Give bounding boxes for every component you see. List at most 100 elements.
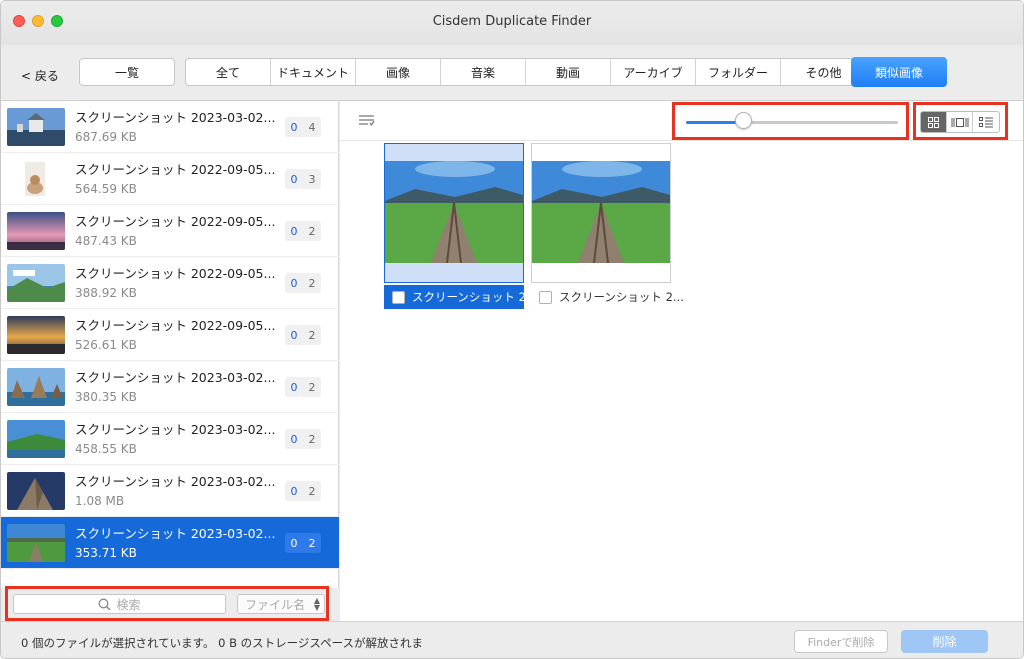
status-text: 0 個のファイルが選択されています。 0 B のストレージスペースが解放されま	[21, 636, 424, 650]
total-count: 2	[308, 380, 316, 394]
list-item[interactable]: スクリーンショット 2022-09-05... 564.59 KB 03	[1, 153, 339, 205]
total-count: 2	[308, 536, 316, 550]
thumbnail-size-slider[interactable]	[686, 121, 898, 124]
duplicate-count: 02	[285, 221, 321, 241]
duplicate-count: 02	[285, 533, 321, 553]
file-size: 458.55 KB	[75, 442, 137, 456]
list-item[interactable]: スクリーンショット 2023-03-02... 380.35 KB 02	[1, 361, 339, 413]
selected-count: 0	[290, 276, 298, 290]
thumbnail-railway	[7, 524, 65, 562]
similar-images-button[interactable]: 類似画像	[851, 57, 947, 87]
file-size: 388.92 KB	[75, 286, 137, 300]
file-name: スクリーンショット 2022-09-05...	[75, 214, 276, 229]
file-name: スクリーンショット 2023-03-02...	[75, 110, 276, 125]
category-tab-music[interactable]: 音楽	[441, 59, 526, 85]
grid-view-icon[interactable]	[921, 112, 947, 132]
duplicate-group-list: スクリーンショット 2023-03-02... 687.69 KB 04 スクリ…	[1, 101, 339, 588]
list-item[interactable]: スクリーンショット 2023-03-02... 1.08 MB 02	[1, 465, 339, 517]
list-item[interactable]: スクリーンショット 2022-09-05... 526.61 KB 02	[1, 309, 339, 361]
selected-count: 0	[290, 120, 298, 134]
list-view-icon[interactable]	[973, 112, 999, 132]
file-name: スクリーンショット 2022-09-05...	[75, 162, 276, 177]
file-name: スクリーンショット 2022-09-05...	[75, 318, 276, 333]
back-button[interactable]: < 戻る	[21, 67, 59, 84]
category-tab-archives[interactable]: アーカイブ	[611, 59, 696, 85]
app-window: Cisdem Duplicate Finder < 戻る 一覧 全て ドキュメン…	[0, 0, 1024, 659]
category-tab-folders[interactable]: フォルダー	[696, 59, 781, 85]
search-icon	[99, 598, 111, 610]
finder-delete-button[interactable]: Finderで削除	[794, 630, 888, 653]
sort-icon[interactable]	[359, 115, 375, 127]
selected-count: 0	[290, 380, 298, 394]
category-tab-images[interactable]: 画像	[356, 59, 441, 85]
slider-knob[interactable]	[735, 112, 753, 129]
preview-pane: スクリーンショット 2... スクリーンショット 2...	[340, 101, 1023, 621]
search-filter-select[interactable]: ファイル名 ▲ ▼	[237, 594, 325, 614]
duplicate-count: 04	[285, 117, 321, 137]
file-size: 487.43 KB	[75, 234, 137, 248]
file-name: スクリーンショット 2022-09-05...	[75, 266, 276, 281]
category-tab-documents[interactable]: ドキュメント	[271, 59, 356, 85]
total-count: 2	[308, 328, 316, 342]
file-size: 353.71 KB	[75, 546, 137, 560]
thumbnail-green-cliff	[7, 420, 65, 458]
total-count: 3	[308, 172, 316, 186]
list-item-selected[interactable]: スクリーンショット 2023-03-02... 353.71 KB 02	[1, 517, 339, 569]
file-size: 687.69 KB	[75, 130, 137, 144]
thumbnail-cat	[7, 160, 65, 198]
category-tab-all[interactable]: 全て	[186, 59, 271, 85]
select-checkbox[interactable]	[392, 290, 405, 304]
selected-count: 0	[290, 484, 298, 498]
file-name: スクリーンショット 2023-03-02...	[75, 474, 276, 489]
title-bar: Cisdem Duplicate Finder	[1, 1, 1023, 45]
filmstrip-view-icon[interactable]	[947, 112, 973, 132]
category-tab-video[interactable]: 動画	[526, 59, 611, 85]
image-caption: スクリーンショット 2...	[384, 285, 537, 309]
search-filter-value: ファイル名	[245, 597, 306, 612]
file-size: 564.59 KB	[75, 182, 137, 196]
list-button[interactable]: 一覧	[79, 58, 175, 86]
total-count: 2	[308, 224, 316, 238]
file-size: 380.35 KB	[75, 390, 137, 404]
file-name: スクリーンショット 2023-03-02...	[75, 526, 276, 541]
status-bar: 0 個のファイルが選択されています。 0 B のストレージスペースが解放されま …	[1, 621, 1023, 658]
caption-text: スクリーンショット 2...	[412, 290, 537, 304]
duplicate-count: 03	[285, 169, 321, 189]
list-item[interactable]: スクリーンショット 2023-03-02... 458.55 KB 02	[1, 413, 339, 465]
selected-count: 0	[290, 328, 298, 342]
thumbnail-mountain-rock	[7, 472, 65, 510]
window-title: Cisdem Duplicate Finder	[432, 14, 592, 29]
file-size: 1.08 MB	[75, 494, 125, 508]
total-count: 2	[308, 276, 316, 290]
thumbnail-gold-sunset	[7, 316, 65, 354]
delete-button[interactable]: 削除	[901, 630, 988, 653]
image-preview	[531, 143, 671, 283]
file-name: スクリーンショット 2023-03-02...	[75, 370, 276, 385]
thumbnail-rocks	[7, 368, 65, 406]
selected-count: 0	[290, 224, 298, 238]
total-count: 4	[308, 120, 316, 134]
selected-count: 0	[290, 536, 298, 550]
search-bar: 検索 ファイル名 ▲ ▼	[1, 588, 339, 621]
list-item[interactable]: スクリーンショット 2022-09-05... 487.43 KB 02	[1, 205, 339, 257]
image-card-selected[interactable]: スクリーンショット 2...	[384, 143, 537, 309]
category-segmented-control: 全て ドキュメント 画像 音楽 動画 アーカイブ フォルダー その他	[185, 58, 867, 86]
duplicate-count: 02	[285, 377, 321, 397]
total-count: 2	[308, 484, 316, 498]
list-item[interactable]: スクリーンショット 2022-09-05... 388.92 KB 02	[1, 257, 339, 309]
image-card[interactable]: スクリーンショット 2...	[531, 143, 684, 309]
list-item[interactable]: スクリーンショット 2023-03-02... 687.69 KB 04	[1, 101, 339, 153]
thumbnail-coast	[7, 264, 65, 302]
search-placeholder: 検索	[116, 597, 141, 612]
file-name: スクリーンショット 2023-03-02...	[75, 422, 276, 437]
total-count: 2	[308, 432, 316, 446]
duplicate-count: 02	[285, 325, 321, 345]
select-checkbox[interactable]	[539, 290, 552, 304]
thumbnail-castle	[7, 108, 65, 146]
search-input[interactable]: 検索	[13, 594, 226, 614]
duplicate-count: 02	[285, 273, 321, 293]
file-size: 526.61 KB	[75, 338, 137, 352]
image-preview	[384, 143, 524, 283]
duplicate-count: 02	[285, 429, 321, 449]
chevron-updown-icon: ▲ ▼	[313, 596, 320, 612]
